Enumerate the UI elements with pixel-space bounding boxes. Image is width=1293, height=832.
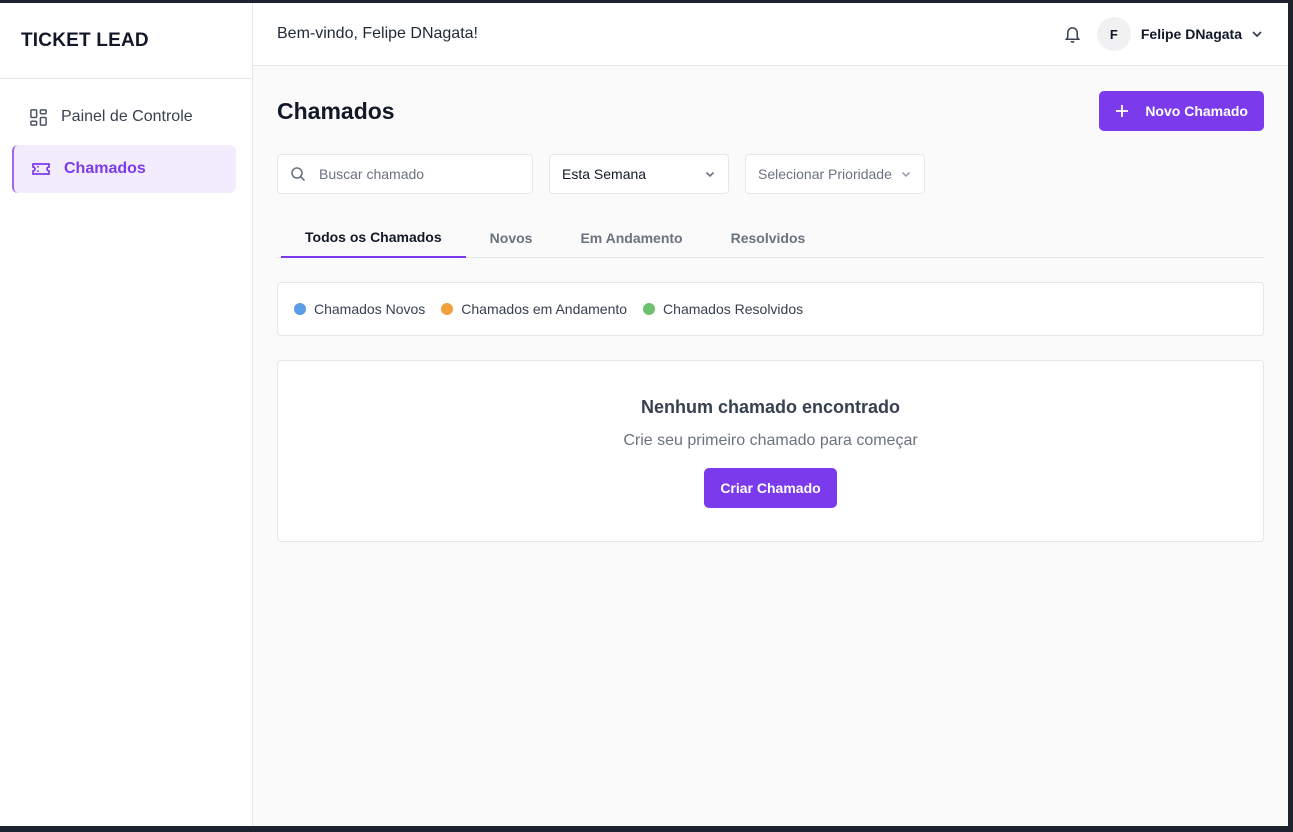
tab-novos[interactable]: Novos	[466, 218, 557, 258]
create-ticket-button[interactable]: Criar Chamado	[704, 468, 837, 508]
legend-dot	[441, 303, 454, 315]
bell-icon[interactable]	[1063, 24, 1083, 44]
search-box	[277, 154, 533, 194]
priority-select-placeholder: Selecionar Prioridade	[758, 166, 892, 182]
page-content: Chamados Novo Chamado Buscar chamado Est…	[253, 66, 1288, 542]
priority-select[interactable]: Selecionar Prioridade	[745, 154, 925, 194]
chevron-down-icon[interactable]	[1250, 27, 1264, 41]
status-tabs: Todos os Chamados Novos Em Andamento Res…	[277, 218, 1264, 258]
search-input[interactable]	[319, 166, 509, 182]
user-menu: F Felipe DNagata	[1063, 17, 1264, 51]
empty-state-subtitle: Crie seu primeiro chamado para começar	[623, 432, 918, 449]
plus-icon	[1115, 104, 1129, 118]
chevron-down-icon	[704, 168, 716, 180]
new-ticket-button[interactable]: Novo Chamado	[1099, 91, 1264, 131]
legend-item-resolvidos: Chamados Resolvidos	[643, 301, 803, 317]
sidebar-item-chamados[interactable]: Chamados	[12, 145, 236, 193]
username[interactable]: Felipe DNagata	[1141, 26, 1242, 42]
period-select[interactable]: Esta Semana	[549, 154, 729, 194]
empty-state-title: Nenhum chamado encontrado	[640, 397, 901, 417]
page-title: Chamados	[277, 97, 395, 124]
app-window: TICKET LEAD Painel de Controle Chamados …	[0, 3, 1288, 826]
status-legend: Chamados Novos Chamados em Andamento Cha…	[277, 282, 1264, 336]
brand-logo: TICKET LEAD	[0, 3, 252, 79]
sidebar-item-label: Painel de Controle	[61, 108, 193, 125]
empty-state: Nenhum chamado encontrado Crie seu prime…	[277, 360, 1264, 542]
legend-label: Chamados em Andamento	[461, 301, 628, 317]
legend-item-em-andamento: Chamados em Andamento	[441, 301, 627, 317]
new-ticket-label: Novo Chamado	[1145, 103, 1248, 119]
avatar[interactable]: F	[1096, 17, 1131, 51]
chevron-down-icon	[900, 168, 912, 180]
dashboard-icon	[28, 107, 48, 127]
sidebar-item-label: Chamados	[64, 160, 146, 177]
sidebar-item-painel-de-controle[interactable]: Painel de Controle	[12, 93, 236, 141]
legend-label: Chamados Resolvidos	[663, 301, 804, 317]
period-select-value: Esta Semana	[562, 166, 647, 182]
legend-dot	[643, 303, 656, 315]
tab-todos-os-chamados[interactable]: Todos os Chamados	[281, 218, 466, 258]
search-icon	[290, 166, 306, 182]
sidebar: TICKET LEAD Painel de Controle Chamados	[0, 3, 253, 826]
legend-label: Chamados Novos	[314, 301, 426, 317]
filters-bar: Esta Semana Selecionar Prioridade	[277, 154, 1264, 194]
top-bar: Bem-vindo, Felipe DNagata! F Felipe DNag…	[253, 3, 1288, 66]
legend-item-novos: Chamados Novos	[294, 301, 425, 317]
welcome-message: Bem-vindo, Felipe DNagata!	[277, 25, 478, 42]
ticket-icon	[31, 159, 51, 179]
main-area: Bem-vindo, Felipe DNagata! F Felipe DNag…	[253, 3, 1288, 826]
sidebar-nav: Painel de Controle Chamados	[0, 79, 252, 193]
tab-em-andamento[interactable]: Em Andamento	[556, 218, 706, 258]
page-header: Chamados Novo Chamado	[277, 90, 1264, 132]
tab-resolvidos[interactable]: Resolvidos	[707, 218, 830, 258]
legend-dot	[294, 303, 306, 315]
